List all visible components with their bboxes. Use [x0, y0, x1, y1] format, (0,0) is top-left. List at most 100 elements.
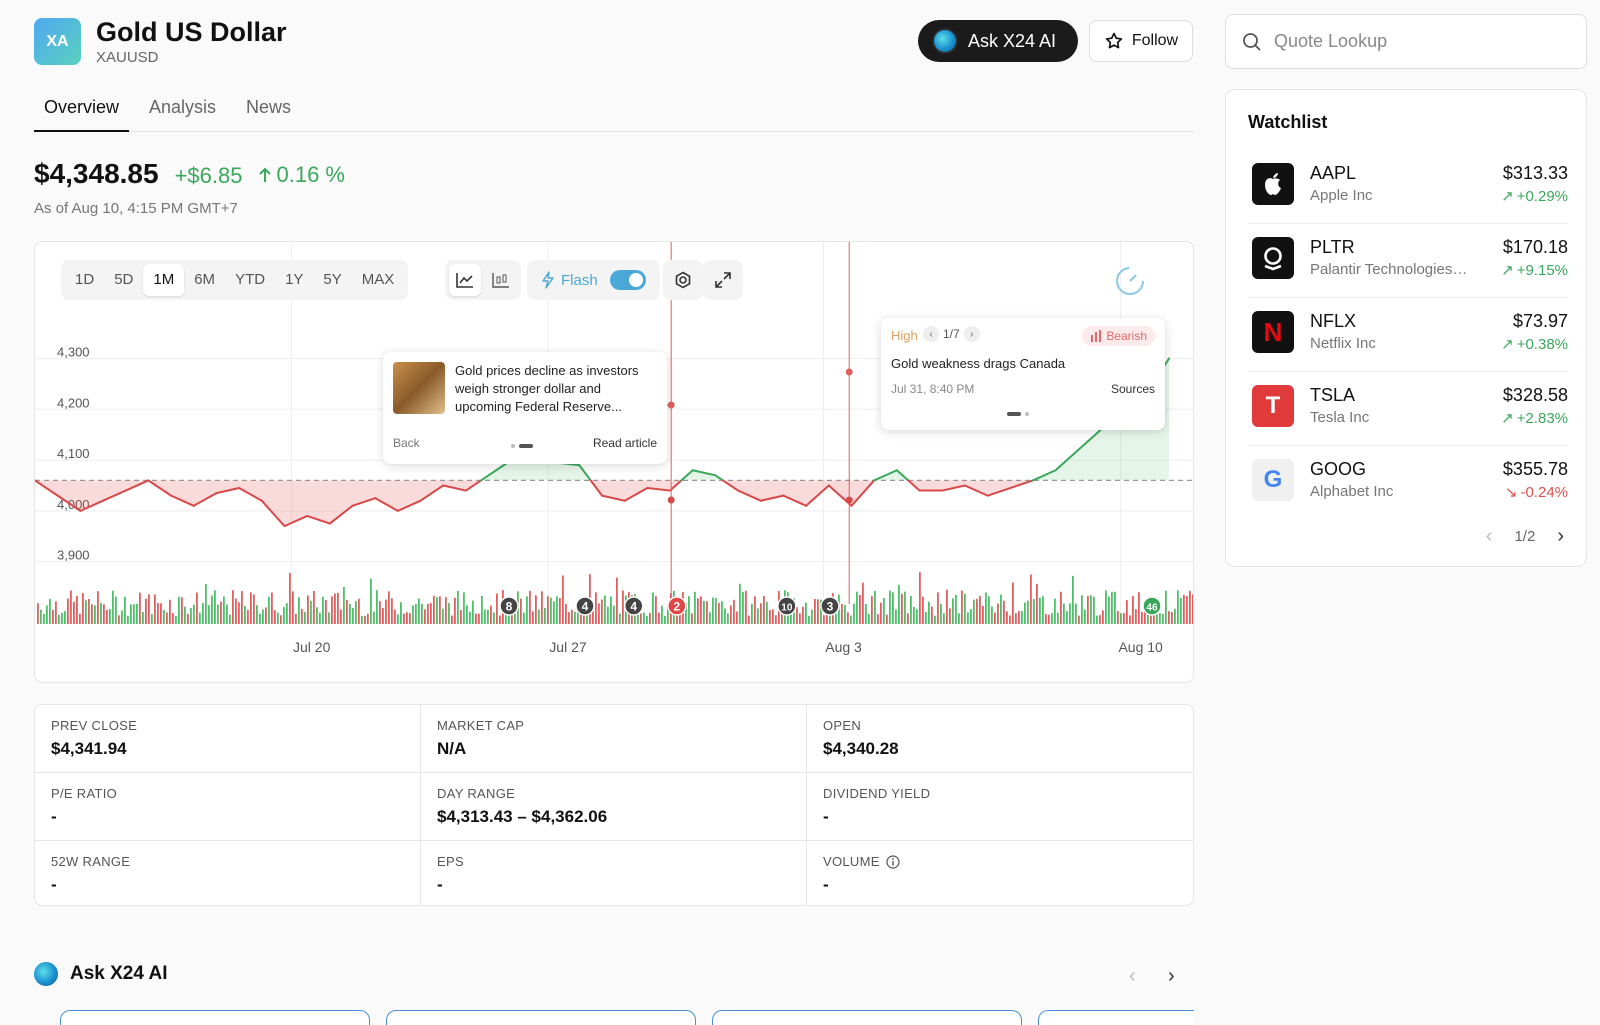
- asset-title: Gold US Dollar: [96, 17, 287, 47]
- flash-toggle-control[interactable]: Flash: [531, 270, 656, 290]
- watchlist-item-goog[interactable]: G GOOG Alphabet Inc $355.78 ↘ -0.24%: [1248, 446, 1568, 520]
- range-6m[interactable]: 6M: [184, 264, 225, 296]
- volume-bar: [307, 595, 309, 624]
- ask-ai-button[interactable]: Ask X24 AI: [918, 20, 1078, 62]
- range-max[interactable]: MAX: [352, 264, 405, 296]
- volume-bar: [439, 596, 441, 624]
- timer-button[interactable]: [1115, 266, 1145, 301]
- y-tick-label: 4,200: [57, 395, 90, 410]
- price-chart-card: 3,9004,0004,1004,2004,300Jul 20Jul 27Aug…: [34, 241, 1194, 683]
- volume-bar: [187, 613, 189, 624]
- watchlist-item-tsla[interactable]: T TSLA Tesla Inc $328.58 ↗ +2.83%: [1248, 372, 1568, 446]
- ai-prev-button[interactable]: ‹: [1129, 965, 1136, 988]
- volume-bar: [289, 572, 291, 624]
- watchlist-change: ↗ +0.29%: [1501, 187, 1568, 206]
- range-5y[interactable]: 5Y: [313, 264, 351, 296]
- watchlist-page-text: 1/2: [1514, 528, 1536, 545]
- volume-bar: [232, 590, 234, 624]
- stat-value: $4,340.28: [823, 739, 899, 758]
- volume-bar: [1066, 611, 1068, 624]
- ai-suggestion-card[interactable]: [60, 1010, 370, 1025]
- volume-bar: [418, 598, 420, 624]
- volume-bar: [250, 592, 252, 624]
- volume-bar: [949, 608, 951, 624]
- volume-bar: [322, 596, 324, 624]
- news-popup[interactable]: Gold prices decline as investors weigh s…: [383, 352, 667, 464]
- line-chart-button[interactable]: [449, 264, 481, 296]
- area-segment: [375, 480, 398, 511]
- chevron-right-icon[interactable]: ›: [963, 326, 980, 342]
- star-icon: [1105, 32, 1123, 49]
- volume-bar: [436, 597, 438, 624]
- asset-symbol: XAUUSD: [96, 49, 159, 66]
- volume-bar: [376, 590, 378, 624]
- flash-toggle[interactable]: [609, 270, 646, 290]
- volume-bar: [334, 593, 336, 624]
- change-pct-text: 0.16 %: [276, 162, 345, 187]
- google-logo-icon: G: [1252, 459, 1294, 501]
- volume-bar: [58, 614, 60, 624]
- tab-overview[interactable]: Overview: [34, 94, 130, 132]
- quote-lookup-search[interactable]: [1225, 14, 1587, 69]
- volume-bar: [1048, 614, 1050, 624]
- volume-bar: [934, 615, 936, 624]
- news-thumbnail: [393, 362, 445, 414]
- stat-value: $4,341.94: [51, 739, 127, 758]
- volume-bar: [544, 607, 546, 624]
- volume-bar: [901, 593, 903, 624]
- volume-bar: [178, 596, 180, 624]
- range-1y[interactable]: 1Y: [275, 264, 313, 296]
- volume-bar: [1018, 611, 1020, 624]
- current-price: $4,348.85: [34, 158, 159, 189]
- ai-suggestion-card[interactable]: [1038, 1010, 1194, 1025]
- chevron-right-icon[interactable]: ›: [1557, 525, 1564, 548]
- follow-button[interactable]: Follow: [1089, 20, 1193, 62]
- insight-sources-link[interactable]: Sources: [1111, 382, 1155, 396]
- volume-bar: [1120, 613, 1122, 624]
- tab-analysis[interactable]: Analysis: [139, 94, 226, 132]
- volume-bar: [541, 591, 543, 624]
- insight-popup[interactable]: High ‹ 1/7 › Bearish Gold weakness drags…: [881, 318, 1165, 430]
- range-ytd[interactable]: YTD: [225, 264, 275, 296]
- settings-button[interactable]: [667, 264, 699, 296]
- volume-bar: [385, 599, 387, 624]
- tab-news[interactable]: News: [236, 94, 301, 132]
- area-segment: [783, 480, 807, 506]
- range-1m[interactable]: 1M: [143, 264, 185, 296]
- ai-next-button[interactable]: ›: [1168, 965, 1175, 988]
- fullscreen-button[interactable]: [707, 264, 739, 296]
- volume-bar: [454, 597, 456, 624]
- volume-bar: [286, 603, 288, 624]
- stat-eps: EPS -: [421, 841, 807, 905]
- quote-lookup-input[interactable]: [1274, 31, 1554, 52]
- ai-suggestion-card[interactable]: [712, 1010, 1022, 1025]
- watchlist-item-pltr[interactable]: PLTR Palantir Technologies Inc $170.18 ↗…: [1248, 224, 1568, 298]
- volume-bar: [223, 596, 225, 624]
- candle-chart-button[interactable]: [485, 264, 517, 296]
- volume-bar: [1015, 613, 1017, 624]
- range-5d[interactable]: 5D: [104, 264, 143, 296]
- news-back-link[interactable]: Back: [393, 436, 420, 450]
- volume-bar: [1159, 613, 1161, 624]
- info-icon[interactable]: [886, 854, 900, 869]
- range-1d[interactable]: 1D: [65, 264, 104, 296]
- volume-bar: [877, 614, 879, 624]
- watchlist-item-nflx[interactable]: N NFLX Netflix Inc $73.97 ↗ +0.38%: [1248, 298, 1568, 372]
- volume-bar: [1126, 600, 1128, 624]
- volume-bar: [562, 575, 564, 624]
- volume-bar: [841, 604, 843, 624]
- chevron-left-icon[interactable]: ‹: [1486, 525, 1493, 548]
- watchlist-item-aapl[interactable]: AAPL Apple Inc $313.33 ↗ +0.29%: [1248, 150, 1568, 224]
- ai-suggestion-card[interactable]: [386, 1010, 696, 1025]
- chevron-left-icon[interactable]: ‹: [923, 326, 939, 342]
- flash-group: Flash: [527, 260, 660, 300]
- volume-bar: [331, 596, 333, 624]
- stat-value: N/A: [437, 739, 467, 758]
- volume-bar: [451, 615, 453, 624]
- read-article-link[interactable]: Read article: [593, 436, 657, 450]
- volume-bar: [85, 600, 87, 624]
- volume-bar: [535, 595, 537, 624]
- volume-bar: [595, 592, 597, 624]
- volume-bar: [310, 600, 312, 624]
- volume-bar: [235, 598, 237, 624]
